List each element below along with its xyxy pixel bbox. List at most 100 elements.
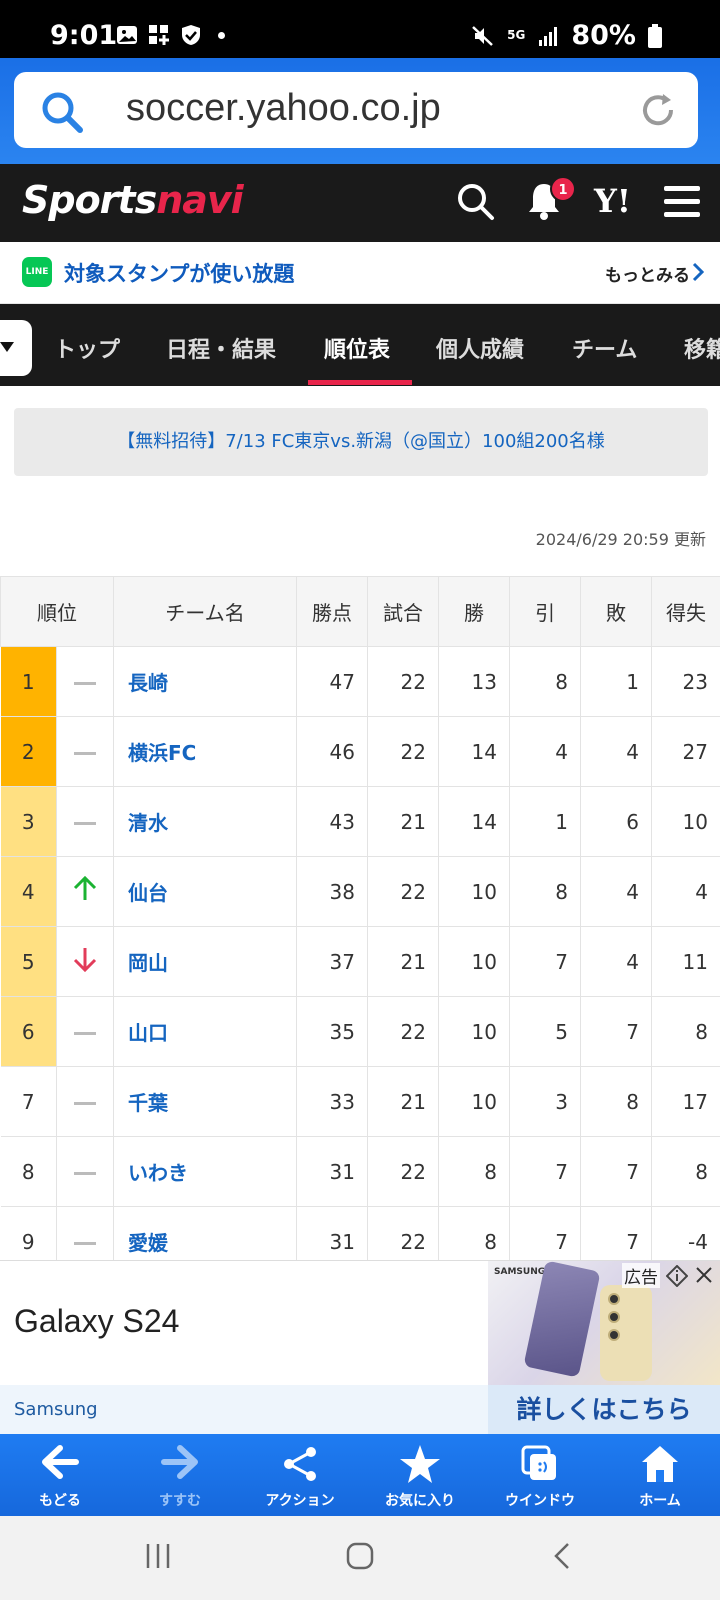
goal-diff-cell: 8	[651, 1136, 720, 1207]
rank-change-cell	[56, 1206, 114, 1260]
back-button[interactable]: もどる	[0, 1434, 120, 1516]
updated-timestamp: 2024/6/29 20:59 更新	[535, 530, 706, 549]
invitation-banner[interactable]: 【無料招待】7/13 FC東京vs.新潟（@国立）100組200名様	[14, 408, 708, 476]
tab-transfers[interactable]: 移籍	[684, 332, 720, 364]
rank-unchanged-icon	[74, 1101, 96, 1105]
close-icon[interactable]	[694, 1265, 714, 1285]
losses-cell: 7	[580, 1206, 652, 1260]
team-name-link[interactable]: 千葉	[113, 1066, 297, 1137]
rank-change-cell	[56, 1066, 114, 1137]
team-name-link[interactable]: 清水	[113, 786, 297, 857]
home-button[interactable]: ホーム	[600, 1434, 720, 1516]
battery-icon	[648, 23, 662, 48]
more-link[interactable]: もっとみる	[605, 261, 690, 286]
more-notifications-dot	[218, 31, 225, 39]
window-button[interactable]: ウインドウ	[480, 1434, 600, 1516]
gallery-icon	[117, 26, 137, 44]
rank-cell: 1	[0, 646, 57, 717]
table-row: 4 仙台 38 22 10 8 4 4	[0, 856, 720, 927]
android-nav-bar	[0, 1516, 720, 1600]
header-played: 試合	[367, 576, 439, 647]
home-nav-icon[interactable]	[346, 1542, 374, 1570]
action-label: アクション	[265, 1493, 335, 1509]
rank-change-cell	[56, 856, 114, 927]
hamburger-menu-icon[interactable]	[664, 186, 700, 218]
search-icon[interactable]	[456, 182, 496, 222]
ad-banner[interactable]: Galaxy S24 SAMSUNG 広告 Samsung 詳しくはこちら	[0, 1260, 720, 1435]
team-name-link[interactable]: 仙台	[113, 856, 297, 927]
goal-diff-cell: 27	[651, 716, 720, 787]
reload-icon[interactable]	[638, 90, 678, 130]
goal-diff-cell: 23	[651, 646, 720, 717]
header-team: チーム名	[113, 576, 297, 647]
logo-sports: Sports	[22, 178, 157, 222]
team-name-link[interactable]: いわき	[113, 1136, 297, 1207]
table-row: 7 千葉 33 21 10 3 8 17	[0, 1066, 720, 1137]
wins-cell: 8	[438, 1206, 510, 1260]
ad-cta-button[interactable]: 詳しくはこちら	[488, 1385, 720, 1435]
yahoo-logo[interactable]: Y!	[594, 182, 631, 220]
active-tab-indicator	[308, 380, 412, 385]
team-name-link[interactable]: 愛媛	[113, 1206, 297, 1260]
browser-toolbar: もどる すすむ アクション お気に入り ウインドウ ホーム	[0, 1434, 720, 1516]
address-bar[interactable]: soccer.yahoo.co.jp	[14, 72, 698, 148]
tab-schedule[interactable]: 日程・結果	[166, 332, 276, 364]
tab-top[interactable]: トップ	[54, 332, 120, 364]
home-label: ホーム	[639, 1493, 681, 1509]
forward-button[interactable]: すすむ	[120, 1434, 240, 1516]
goal-diff-cell: 17	[651, 1066, 720, 1137]
rank-cell: 5	[0, 926, 57, 997]
ad-footer: Samsung 詳しくはこちら	[0, 1385, 720, 1435]
favorites-button[interactable]: お気に入り	[360, 1434, 480, 1516]
rank-change-cell	[56, 786, 114, 857]
action-button[interactable]: アクション	[240, 1434, 360, 1516]
window-icon	[521, 1445, 556, 1480]
status-notification-icons	[116, 24, 225, 46]
tab-standings[interactable]: 順位表	[324, 332, 390, 364]
played-cell: 22	[367, 856, 439, 927]
points-cell: 37	[296, 926, 368, 997]
rank-unchanged-icon	[74, 1241, 96, 1245]
team-name-link[interactable]: 山口	[113, 996, 297, 1067]
rank-unchanged-icon	[74, 681, 96, 685]
url-text: soccer.yahoo.co.jp	[126, 87, 441, 129]
rank-unchanged-icon	[74, 1171, 96, 1175]
chevron-right-icon	[692, 262, 704, 282]
points-cell: 47	[296, 646, 368, 717]
rank-change-cell	[56, 1136, 114, 1207]
team-name-link[interactable]: 長崎	[113, 646, 297, 717]
goal-diff-cell: 4	[651, 856, 720, 927]
draws-cell: 5	[509, 996, 581, 1067]
phone-image	[600, 1285, 652, 1381]
home-icon	[642, 1446, 678, 1482]
sportsnavi-logo[interactable]: Sportsnavi	[22, 178, 244, 222]
table-row: 1 長崎 47 22 13 8 1 23	[0, 646, 720, 717]
draws-cell: 8	[509, 646, 581, 717]
wins-cell: 14	[438, 786, 510, 857]
rank-cell: 9	[0, 1206, 57, 1260]
tab-player-stats[interactable]: 個人成績	[436, 332, 524, 364]
ad-info-icon[interactable]	[666, 1265, 688, 1287]
status-bar: 9:01 5G 80%	[0, 0, 720, 58]
line-promo-bar[interactable]: LINE 対象スタンプが使い放題 もっとみる	[0, 242, 720, 304]
tab-teams[interactable]: チーム	[572, 332, 637, 364]
table-header-row: 順位 チーム名 勝点 試合 勝 引 敗 得失	[0, 576, 720, 647]
wins-cell: 13	[438, 646, 510, 717]
ad-brand-logo: SAMSUNG	[494, 1267, 546, 1277]
goal-diff-cell: -4	[651, 1206, 720, 1260]
ad-label: 広告	[622, 1263, 660, 1288]
tab-menu-toggle[interactable]	[0, 320, 32, 376]
team-name-link[interactable]: 横浜FC	[113, 716, 297, 787]
back-nav-icon[interactable]	[552, 1542, 572, 1570]
header-goal-diff: 得失	[651, 576, 720, 647]
section-tabs: トップ 日程・結果 順位表 個人成績 チーム 移籍	[0, 304, 720, 386]
browser-address-area: soccer.yahoo.co.jp	[0, 58, 720, 164]
recent-apps-icon[interactable]	[144, 1542, 172, 1570]
camera-lens	[608, 1329, 620, 1341]
played-cell: 21	[367, 926, 439, 997]
ad-sponsor: Samsung	[14, 1399, 98, 1420]
rank-change-cell	[56, 996, 114, 1067]
team-name-link[interactable]: 岡山	[113, 926, 297, 997]
points-cell: 31	[296, 1136, 368, 1207]
played-cell: 22	[367, 1206, 439, 1260]
